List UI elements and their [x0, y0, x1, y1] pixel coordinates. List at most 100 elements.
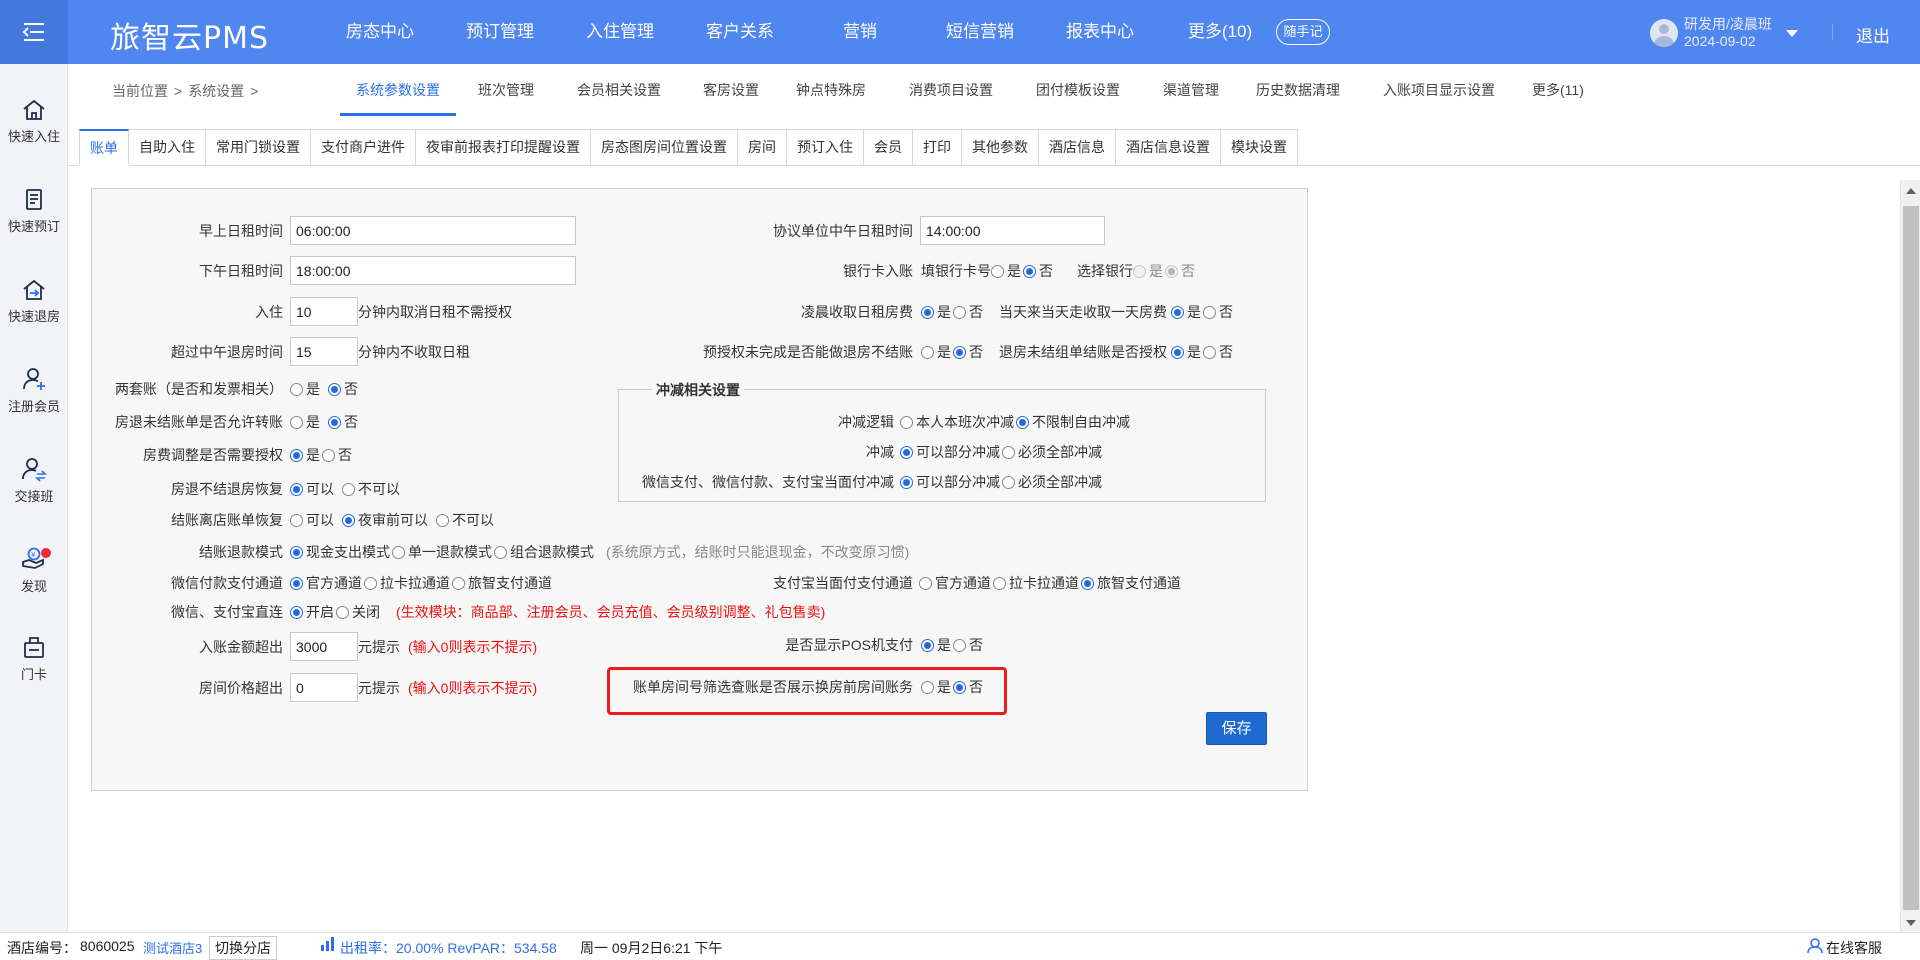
preauth-label: 预授权未完成是否能做退房不结账 — [703, 344, 913, 360]
tab-member[interactable]: 会员 — [864, 129, 913, 166]
subnav-history-cleanup[interactable]: 历史数据清理 — [1256, 64, 1340, 116]
option-label: 单一退款模式 — [408, 544, 492, 560]
topnav-more[interactable]: 更多(10) — [1160, 0, 1280, 64]
menu-toggle-button[interactable] — [0, 0, 68, 64]
subnav-group-template[interactable]: 团付模板设置 — [1036, 64, 1120, 116]
preauth-yes-radio[interactable] — [921, 345, 934, 359]
agreement-noon-input[interactable] — [920, 216, 1105, 245]
subnav-shift[interactable]: 班次管理 — [478, 64, 534, 116]
same-day-no-radio[interactable] — [1203, 305, 1216, 319]
alipay-official-radio[interactable] — [919, 576, 932, 590]
hotel-name-link[interactable]: 测试酒店3 — [143, 938, 202, 957]
top-nav: 房态中心 预订管理 入住管理 客户关系 营销 短信营销 报表中心 更多(10) — [320, 0, 1280, 64]
user-menu[interactable]: 研发用/凌晨班 2024-09-02 — [1650, 16, 1798, 50]
scrollbar-thumb[interactable] — [1903, 206, 1919, 910]
preauth-no-radio[interactable] — [953, 345, 966, 359]
pos-no-radio[interactable] — [953, 638, 966, 652]
group-unsettled-no-radio[interactable] — [1203, 345, 1216, 359]
option-label: 否 — [969, 304, 983, 320]
occupancy-stats[interactable]: 出租率：20.00% RevPAR：534.58 — [340, 938, 557, 958]
settle-restore-can-radio[interactable] — [290, 513, 303, 527]
direct-off-radio[interactable] — [336, 605, 349, 619]
refund-single-radio[interactable] — [392, 545, 405, 559]
topnav-customer[interactable]: 客户关系 — [680, 0, 800, 64]
option-label: 开启 — [306, 604, 334, 620]
tab-print[interactable]: 打印 — [913, 129, 962, 166]
tab-room-position[interactable]: 房态图房间位置设置 — [591, 129, 738, 166]
bankcard-fill-yes-radio[interactable] — [991, 264, 1004, 278]
tab-door-lock[interactable]: 常用门锁设置 — [206, 129, 311, 166]
sidebar-item-handover[interactable]: 交接班 — [0, 456, 68, 528]
sidebar-item-register-member[interactable]: 注册会员 — [0, 366, 68, 438]
option-label: 否 — [1181, 263, 1195, 279]
refund-cash-radio[interactable] — [290, 545, 303, 559]
offset-full-radio[interactable] — [1002, 445, 1015, 459]
tab-merchant[interactable]: 支付商户进件 — [311, 129, 416, 166]
row-refund-mode: 结账退款模式 现金支出模式 单一退款模式 组合退款模式 (系统原方式，结账时只能… — [92, 542, 909, 562]
tab-module-settings[interactable]: 模块设置 — [1221, 129, 1298, 166]
alipay-lakala-radio[interactable] — [993, 576, 1006, 590]
online-support-link[interactable]: 在线客服 — [1826, 938, 1882, 958]
offset-pay-partial-radio[interactable] — [900, 475, 913, 489]
option-label: 关闭 — [352, 604, 380, 620]
early-morning-no-radio[interactable] — [953, 305, 966, 319]
scroll-down-icon[interactable] — [1906, 920, 1916, 926]
tab-self-checkin[interactable]: 自助入住 — [129, 129, 206, 166]
memo-button[interactable]: 随手记 — [1276, 19, 1330, 45]
logout-button[interactable]: 退出 — [1856, 22, 1890, 47]
refund-combo-radio[interactable] — [494, 545, 507, 559]
tab-hotel-info-settings[interactable]: 酒店信息设置 — [1116, 129, 1221, 166]
tab-other-params[interactable]: 其他参数 — [962, 129, 1039, 166]
offset-logic-self-radio[interactable] — [900, 415, 913, 429]
double-account-yes-radio[interactable] — [290, 382, 303, 396]
pos-yes-radio[interactable] — [921, 638, 934, 652]
sidebar-item-quick-checkout[interactable]: 快速退房 — [0, 278, 68, 350]
double-account-no-radio[interactable] — [328, 382, 341, 396]
tab-room[interactable]: 房间 — [738, 129, 787, 166]
topnav-marketing[interactable]: 营销 — [800, 0, 920, 64]
bankcard-fill-no-radio[interactable] — [1023, 264, 1036, 278]
topnav-room-status[interactable]: 房态中心 — [320, 0, 440, 64]
subnav-member[interactable]: 会员相关设置 — [577, 64, 661, 116]
topnav-sms[interactable]: 短信营销 — [920, 0, 1040, 64]
option-label: 否 — [1219, 344, 1233, 360]
group-unsettled-yes-radio[interactable] — [1171, 345, 1184, 359]
offset-logic-free-radio[interactable] — [1016, 415, 1029, 429]
option-label: 是 — [937, 304, 951, 320]
topnav-reservation[interactable]: 预订管理 — [440, 0, 560, 64]
sidebar-item-discover[interactable]: ¥ 发现 — [0, 546, 68, 618]
offset-pay-full-radio[interactable] — [1002, 475, 1015, 489]
subnav-consumption[interactable]: 消费项目设置 — [909, 64, 993, 116]
subnav-entry-display[interactable]: 入账项目显示设置 — [1383, 64, 1495, 116]
direct-on-radio[interactable] — [290, 605, 303, 619]
same-day-yes-radio[interactable] — [1171, 305, 1184, 319]
settle-restore-cannot-radio[interactable] — [436, 513, 449, 527]
switch-branch-button[interactable]: 切换分店 — [209, 936, 277, 960]
subnav-channel[interactable]: 渠道管理 — [1163, 64, 1219, 116]
early-morning-yes-radio[interactable] — [921, 305, 934, 319]
sidebar-item-quick-reserve[interactable]: 快速预订 — [0, 188, 68, 260]
topnav-reports[interactable]: 报表中心 — [1040, 0, 1160, 64]
subnav-hourly-room[interactable]: 钟点特殊房 — [796, 64, 866, 116]
sidebar-item-quick-checkin[interactable]: 快速入住 — [0, 98, 68, 170]
settle-restore-before-audit-radio[interactable] — [342, 513, 355, 527]
tab-hotel-info[interactable]: 酒店信息 — [1039, 129, 1116, 166]
scrollbar[interactable] — [1900, 180, 1920, 932]
sidebar-item-door-card[interactable]: 门卡 — [0, 634, 68, 706]
option-label: 不限制自由冲减 — [1032, 414, 1130, 430]
tab-audit-print[interactable]: 夜审前报表打印提醒设置 — [416, 129, 591, 166]
subnav-room[interactable]: 客房设置 — [703, 64, 759, 116]
tab-reserve-checkin[interactable]: 预订入住 — [787, 129, 864, 166]
subnav-system-params[interactable]: 系统参数设置 — [340, 64, 456, 116]
save-button[interactable]: 保存 — [1206, 712, 1267, 745]
scroll-up-icon[interactable] — [1906, 188, 1916, 194]
option-label: 可以部分冲减 — [916, 474, 1000, 490]
sidebar-item-label: 快速退房 — [7, 309, 60, 324]
option-label: 否 — [1219, 304, 1233, 320]
subnav-more[interactable]: 更多(11) — [1532, 64, 1584, 116]
tab-bill[interactable]: 账单 — [79, 129, 129, 166]
breadcrumb-section[interactable]: 系统设置 — [188, 83, 244, 99]
topnav-checkin[interactable]: 入住管理 — [560, 0, 680, 64]
alipay-lvzhi-radio[interactable] — [1081, 576, 1094, 590]
offset-partial-radio[interactable] — [900, 445, 913, 459]
